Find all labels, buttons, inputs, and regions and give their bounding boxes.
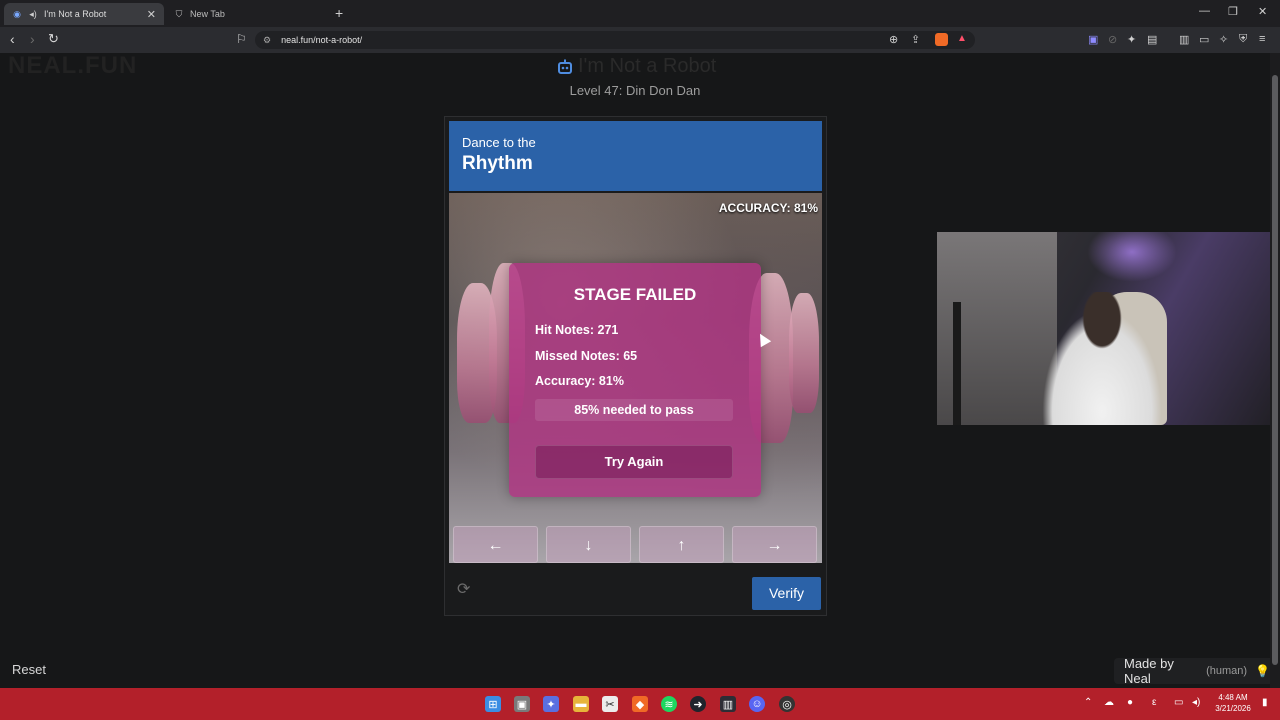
brave-browser-icon[interactable]: ◆: [632, 696, 648, 712]
tray-expand-icon[interactable]: ⌃: [1084, 697, 1092, 708]
page-scrollbar[interactable]: [1270, 53, 1280, 688]
clapper-app-icon[interactable]: ✂: [602, 696, 618, 712]
brave-shield-icon: ⛉: [175, 8, 183, 19]
leo-ai-icon[interactable]: ✧: [1219, 33, 1228, 46]
tab-title: New Tab: [190, 9, 225, 19]
speaker-icon[interactable]: ◂): [28, 9, 38, 19]
restore-icon[interactable]: ❐: [1228, 5, 1238, 18]
tab-new-tab[interactable]: ⛉ New Tab: [166, 3, 326, 25]
tab-title: I'm Not a Robot: [44, 9, 107, 19]
volume-icon[interactable]: ◂): [1192, 697, 1200, 708]
zoom-icon[interactable]: ⊕: [889, 33, 898, 46]
dancer-figure: [789, 293, 819, 413]
file-explorer-icon[interactable]: ▬: [573, 696, 589, 712]
scrollbar-thumb[interactable]: [1272, 75, 1278, 665]
close-window-icon[interactable]: ✕: [1258, 5, 1267, 18]
forward-icon[interactable]: ›: [30, 31, 35, 47]
address-bar[interactable]: ⚙ neal.fun/not-a-robot/: [255, 31, 975, 49]
spotify-icon[interactable]: ≋: [661, 696, 677, 712]
robot-icon: [556, 58, 574, 76]
made-by-badge[interactable]: Made by Neal (human) 💡: [1114, 656, 1280, 686]
right-arrow-button[interactable]: →: [732, 526, 817, 563]
verify-row: ⟳ Verify: [445, 563, 826, 615]
minimize-icon[interactable]: —: [1199, 5, 1210, 17]
task-view-icon[interactable]: ▣: [514, 696, 530, 712]
page-title: I'm Not a Robot: [556, 55, 716, 78]
human-label: (human): [1206, 665, 1248, 677]
site-title-text: I'm Not a Robot: [578, 55, 717, 77]
puzzle-extensions-icon[interactable]: ✦: [1127, 33, 1136, 46]
share-icon[interactable]: ⇪: [911, 33, 920, 46]
left-arrow-button[interactable]: ←: [453, 526, 538, 563]
reset-button[interactable]: Reset: [12, 662, 46, 677]
robot-icon: ◉: [13, 8, 21, 19]
webcam-mic-stand: [953, 302, 961, 425]
arrow-buttons: ← ↓ ↑ →: [449, 523, 822, 563]
system-clock[interactable]: 4:48 AM 3/21/2026: [1210, 692, 1256, 714]
webcam-light: [1087, 232, 1177, 282]
accuracy-stat: Accuracy: 81%: [535, 374, 624, 388]
close-tab-icon[interactable]: ✕: [147, 8, 156, 21]
lightbulb-icon: 💡: [1255, 664, 1270, 678]
clock-date: 3/21/2026: [1215, 704, 1251, 713]
github-icon[interactable]: ◎: [779, 696, 795, 712]
pass-requirement: 85% needed to pass: [535, 399, 733, 421]
clock-time: 4:48 AM: [1218, 693, 1248, 702]
twitch-extension-icon[interactable]: ▣: [1088, 33, 1098, 46]
captcha-header: Dance to the Rhythm: [449, 121, 822, 191]
sidebar-icon[interactable]: ▥: [1179, 33, 1189, 46]
tab-im-not-a-robot[interactable]: ◉ ◂) I'm Not a Robot ✕: [4, 3, 164, 25]
notification-icon[interactable]: ▮: [1262, 697, 1268, 708]
network-icon[interactable]: ▭: [1174, 697, 1183, 708]
windows-start-icon[interactable]: ⊞: [485, 696, 501, 712]
wallet-icon[interactable]: ▭: [1199, 33, 1209, 46]
obs-app-icon[interactable]: ▥: [720, 696, 736, 712]
level-label: Level 47: Din Don Dan: [569, 83, 701, 98]
media-icon[interactable]: ▤: [1147, 33, 1157, 46]
made-by-text: Made by Neal: [1124, 656, 1174, 686]
language-icon[interactable]: ε: [1152, 697, 1156, 708]
url-text: neal.fun/not-a-robot/: [281, 35, 363, 45]
brave-shields-icon[interactable]: [935, 33, 948, 46]
up-arrow-button[interactable]: ↑: [639, 526, 724, 563]
verify-button[interactable]: Verify: [752, 577, 821, 610]
missed-notes-stat: Missed Notes: 65: [535, 349, 638, 363]
stage-failed-title: STAGE FAILED: [573, 285, 697, 304]
windows-taskbar: ⊞ ▣ ✦ ▬ ✂ ◆ ≋ ➜ ▥ ☺ ◎ ⌃ ☁ ● ε ▭ ◂) ▮: [0, 688, 1280, 720]
brave-rewards-icon[interactable]: ▲: [957, 33, 970, 46]
extension-icon[interactable]: ⊘: [1108, 33, 1117, 46]
down-arrow-button[interactable]: ↓: [546, 526, 631, 563]
tab-strip: ◉ ◂) I'm Not a Robot ✕ ⛉ New Tab + — ❐ ✕: [0, 0, 1280, 27]
header-instruction: Dance to the: [462, 135, 536, 150]
neal-fun-logo[interactable]: NEAL.FUN: [8, 52, 137, 80]
dance-stage: ACCURACY: 81% STAGE FAILED Hit Notes: 27…: [449, 193, 822, 563]
new-tab-button[interactable]: +: [335, 5, 343, 21]
refresh-icon[interactable]: ⟳: [457, 579, 470, 599]
webcam-person: [1032, 292, 1172, 425]
vpn-icon[interactable]: ⛨: [1239, 33, 1247, 46]
bookmark-icon[interactable]: ⚐: [236, 32, 247, 46]
copilot-icon[interactable]: ✦: [543, 696, 559, 712]
stage-failed-panel: STAGE FAILED Hit Notes: 271 Missed Notes…: [509, 263, 761, 497]
reload-icon[interactable]: ↻: [48, 31, 59, 47]
hit-notes-stat: Hit Notes: 271: [535, 323, 619, 337]
header-title: Rhythm: [462, 153, 533, 174]
stream-app-icon[interactable]: ➜: [690, 696, 706, 712]
try-again-button[interactable]: Try Again: [535, 445, 733, 479]
microphone-icon[interactable]: ●: [1127, 697, 1133, 708]
menu-icon[interactable]: ≡: [1259, 33, 1265, 45]
webcam-overlay: [937, 232, 1280, 425]
discord-icon[interactable]: ☺: [749, 696, 765, 712]
site-info-icon[interactable]: ⚙: [263, 35, 271, 46]
accuracy-display: ACCURACY: 81%: [718, 201, 818, 215]
captcha-widget: Dance to the Rhythm ACCURACY: 81% STAGE …: [444, 116, 827, 616]
back-icon[interactable]: ‹: [10, 31, 15, 47]
onedrive-icon[interactable]: ☁: [1104, 697, 1114, 708]
